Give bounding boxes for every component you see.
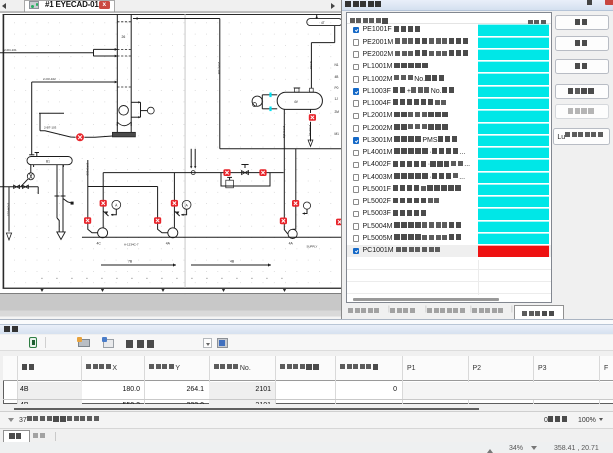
svg-text:2-PS-110: 2-PS-110	[85, 163, 89, 176]
svg-text:M1: M1	[335, 132, 340, 136]
svg-text:26: 26	[122, 35, 126, 39]
svg-text:A-1234C-7: A-1234C-7	[124, 243, 139, 247]
svg-text:2M: 2M	[335, 110, 340, 114]
svg-text:2-FD-101: 2-FD-101	[4, 48, 17, 52]
svg-text:N1: N1	[335, 63, 339, 67]
svg-text:2-DR-105: 2-DR-105	[7, 203, 11, 216]
svg-text:4A: 4A	[289, 241, 294, 245]
svg-text:2-PS-111: 2-PS-111	[282, 126, 286, 139]
svg-text:2-PL-104: 2-PL-104	[217, 62, 221, 75]
svg-text:7B: 7B	[128, 259, 133, 263]
svg-text:2-RV-10: 2-RV-10	[308, 125, 312, 136]
svg-text:4C: 4C	[97, 241, 102, 245]
svg-text:4A: 4A	[166, 241, 171, 245]
svg-text:P0: P0	[335, 86, 339, 90]
svg-text:4B: 4B	[335, 75, 339, 79]
svg-text:N-104: N-104	[309, 61, 313, 70]
svg-text:2-OV-102: 2-OV-102	[43, 77, 56, 81]
svg-text:2-BT-103: 2-BT-103	[44, 126, 57, 130]
svg-text:4B: 4B	[230, 259, 235, 263]
svg-text:1J: 1J	[335, 97, 339, 101]
svg-text:B1: B1	[46, 159, 50, 163]
svg-text:SUPPLY: SUPPLY	[307, 245, 318, 249]
svg-text:4T: 4T	[321, 21, 325, 25]
